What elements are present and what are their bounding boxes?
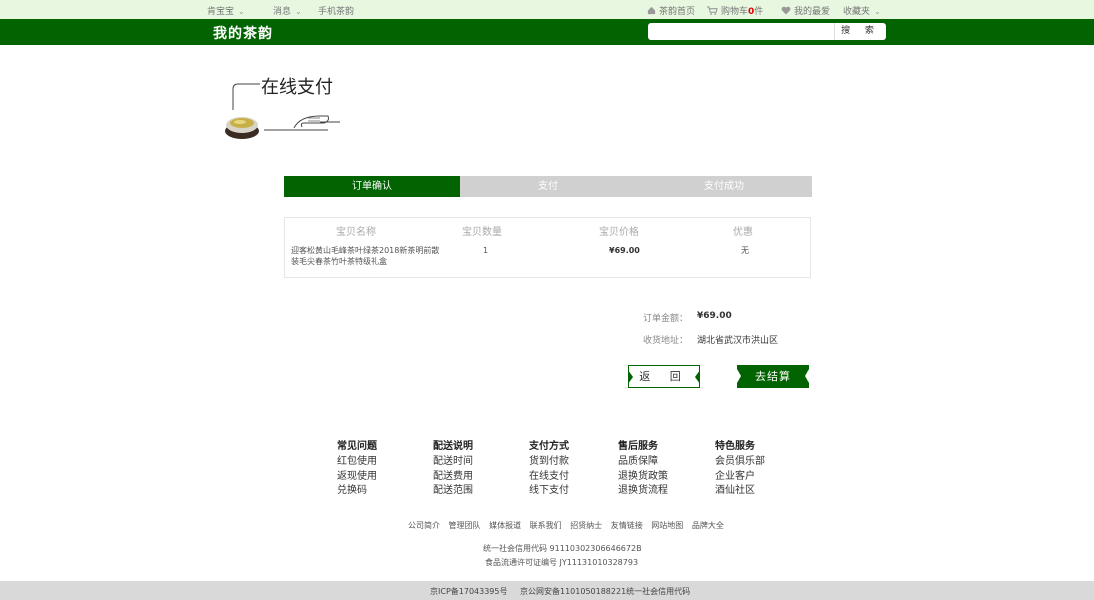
chevron-down-icon: ⌄ <box>874 7 881 16</box>
home-icon <box>647 6 656 15</box>
police-record[interactable]: 京公网安备1101050188221统一社会信用代码 <box>520 586 690 597</box>
site-header: 我的茶韵 搜 索 <box>0 19 1094 45</box>
favorites-label: 我的最爱 <box>794 7 831 17</box>
brand-logo[interactable]: 我的茶韵 <box>213 23 273 43</box>
footer-column-special: 特色服务 会员俱乐部 企业客户 酒仙社区 <box>715 437 765 499</box>
footer-link[interactable]: 配送费用 <box>433 470 473 485</box>
icp-record[interactable]: 京ICP备17043395号 <box>430 586 508 597</box>
product-discount: 无 <box>741 246 749 255</box>
footer-link-contact[interactable]: 联系我们 <box>530 521 562 530</box>
footer-column-title: 支付方式 <box>529 441 569 452</box>
footer-column-delivery: 配送说明 配送时间 配送费用 配送范围 <box>433 437 473 499</box>
address-label: 收货地址： <box>643 336 689 346</box>
footer-column-faq: 常见问题 红包使用 返现使用 兑换码 <box>337 437 377 499</box>
header-price: 宝贝价格 <box>599 227 639 238</box>
product-name-line1: 迎客松黄山毛峰茶叶绿茶2018新茶明前散 <box>291 246 440 255</box>
footer-link[interactable]: 退换货流程 <box>618 484 668 499</box>
product-name-line2: 装毛尖春茶竹叶茶特级礼盒 <box>291 257 387 266</box>
notch-right <box>695 370 700 384</box>
step-payment: 支付 <box>538 181 558 192</box>
header-quantity: 宝贝数量 <box>462 227 502 238</box>
bottom-bar: 京ICP备17043395号 京公网安备1101050188221统一社会信用代… <box>0 581 1094 600</box>
address-value: 湖北省武汉市洪山区 <box>697 336 779 346</box>
footer-link-sitemap[interactable]: 网站地图 <box>651 521 683 530</box>
footer-link[interactable]: 线下支付 <box>529 484 569 499</box>
cart-link[interactable]: 购物车0件 <box>707 4 763 17</box>
footer-link[interactable]: 货到付款 <box>529 455 569 470</box>
heart-icon <box>781 6 791 15</box>
footer-link[interactable]: 红包使用 <box>337 455 377 470</box>
footer-link-brands[interactable]: 品牌大全 <box>692 521 724 530</box>
product-quantity: 1 <box>483 246 489 255</box>
footer-link[interactable]: 企业客户 <box>715 470 765 485</box>
footer-links: 公司简介 管理团队 媒体报道 联系我们 招贤纳士 友情链接 网站地图 品牌大全 <box>408 520 730 531</box>
product-price: ¥69.00 <box>609 246 640 255</box>
checkout-button[interactable]: 去结算 <box>737 365 809 388</box>
footer-link[interactable]: 配送时间 <box>433 455 473 470</box>
cart-unit: 件 <box>754 7 764 17</box>
footer-column-title: 售后服务 <box>618 441 658 452</box>
product-name[interactable]: 迎客松黄山毛峰茶叶绿茶2018新茶明前散 装毛尖春茶竹叶茶特级礼盒 <box>291 245 441 267</box>
messages-label: 消息 <box>273 7 292 17</box>
footer-link-careers[interactable]: 招贤纳士 <box>570 521 602 530</box>
chevron-down-icon: ⌄ <box>295 7 302 16</box>
footer-link[interactable]: 返现使用 <box>337 470 377 485</box>
top-utility-bar: 肯宝宝 ⌄ 消息 ⌄ 手机茶韵 茶韵首页 购物车0件 我的最爱 收藏夹 ⌄ <box>0 0 1094 19</box>
messages-menu[interactable]: 消息 ⌄ <box>273 4 302 17</box>
footer-column-title: 配送说明 <box>433 441 473 452</box>
user-name: 肯宝宝 <box>207 7 235 17</box>
order-amount-label: 订单金额： <box>643 314 689 324</box>
page-title: 在线支付 <box>261 77 333 98</box>
food-license: 食品流通许可证编号 JY11131010328793 <box>485 558 639 567</box>
home-label: 茶韵首页 <box>659 7 696 17</box>
footer-link-team[interactable]: 管理团队 <box>449 521 481 530</box>
footer-link[interactable]: 在线支付 <box>529 470 569 485</box>
order-amount-value: ¥69.00 <box>697 311 732 321</box>
footer-link-media[interactable]: 媒体报道 <box>489 521 521 530</box>
footer-column-payment: 支付方式 货到付款 在线支付 线下支付 <box>529 437 569 499</box>
footer-link[interactable]: 退换货政策 <box>618 470 668 485</box>
back-button-label: 返 回 <box>639 370 689 383</box>
collect-menu[interactable]: 收藏夹 ⌄ <box>843 4 881 17</box>
footer-link-friends[interactable]: 友情链接 <box>611 521 643 530</box>
footer-link-about[interactable]: 公司简介 <box>408 521 440 530</box>
home-link[interactable]: 茶韵首页 <box>647 4 695 17</box>
cart-label: 购物车 <box>721 7 749 17</box>
credit-code: 统一社会信用代码 91110302306646672B <box>483 544 642 553</box>
footer-column-title: 常见问题 <box>337 441 377 452</box>
collect-label: 收藏夹 <box>843 7 871 17</box>
footer-link[interactable]: 品质保障 <box>618 455 668 470</box>
step-order-confirm: 订单确认 <box>284 176 460 197</box>
footer-link[interactable]: 兑换码 <box>337 484 377 499</box>
footer-link[interactable]: 酒仙社区 <box>715 484 765 499</box>
search-button[interactable]: 搜 索 <box>834 23 886 40</box>
order-table: 宝贝名称 宝贝数量 宝贝价格 优惠 迎客松黄山毛峰茶叶绿茶2018新茶明前散 装… <box>284 217 811 278</box>
notch-right <box>805 369 809 383</box>
notch-left <box>737 369 741 383</box>
footer-column-after-sales: 售后服务 品质保障 退换货政策 退换货流程 <box>618 437 668 499</box>
back-button[interactable]: 返 回 <box>628 365 700 388</box>
chevron-down-icon: ⌄ <box>238 7 245 16</box>
favorites-link[interactable]: 我的最爱 <box>781 4 830 17</box>
step-payment-success: 支付成功 <box>704 181 744 192</box>
mobile-link[interactable]: 手机茶韵 <box>318 4 354 17</box>
checkout-steps: 订单确认 支付 支付成功 <box>284 176 812 197</box>
footer-column-title: 特色服务 <box>715 441 755 452</box>
cart-icon <box>707 6 718 15</box>
user-menu[interactable]: 肯宝宝 ⌄ <box>207 4 245 17</box>
search-input[interactable] <box>648 23 834 40</box>
header-item-name: 宝贝名称 <box>336 227 376 238</box>
footer-link[interactable]: 会员俱乐部 <box>715 455 765 470</box>
checkout-button-label: 去结算 <box>755 370 791 383</box>
notch-left <box>628 370 633 384</box>
footer-link[interactable]: 配送范围 <box>433 484 473 499</box>
header-discount: 优惠 <box>733 227 753 238</box>
